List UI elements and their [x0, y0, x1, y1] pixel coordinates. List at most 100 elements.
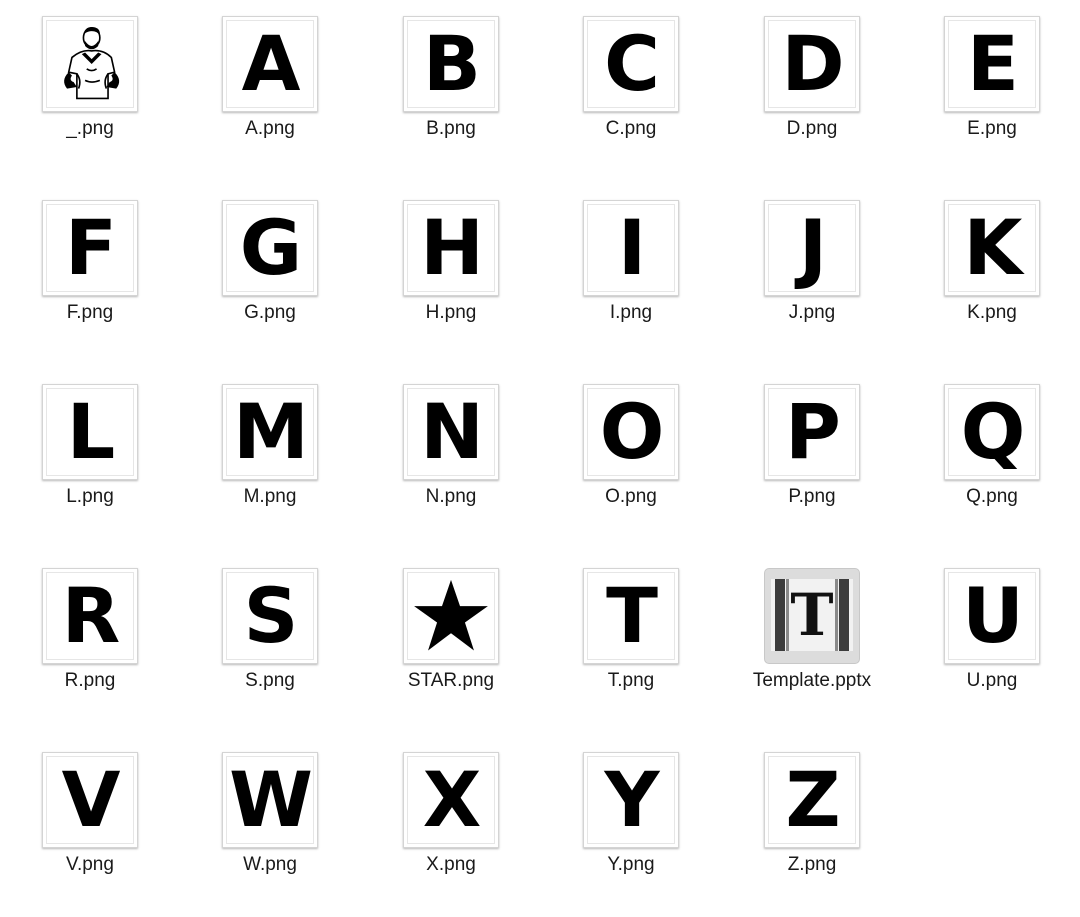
file-thumbnail[interactable]: I — [583, 200, 679, 296]
letter-glyph: D — [781, 19, 844, 108]
file-item-x-png[interactable]: X X.png — [361, 736, 541, 906]
file-item-o-png[interactable]: O O.png — [541, 368, 721, 538]
file-item-l-png[interactable]: L L.png — [0, 368, 180, 538]
file-item-i-png[interactable]: I I.png — [541, 184, 721, 354]
file-thumbnail[interactable] — [42, 16, 138, 112]
file-thumbnail[interactable]: U — [944, 568, 1040, 664]
file-name-label[interactable]: T.png — [531, 670, 731, 692]
file-thumbnail[interactable]: P — [764, 384, 860, 480]
file-thumbnail[interactable]: O — [583, 384, 679, 480]
file-thumbnail[interactable]: T — [764, 568, 860, 664]
file-item-u-png[interactable]: U U.png — [902, 552, 1080, 722]
file-thumbnail[interactable] — [403, 568, 499, 664]
file-name-label[interactable]: D.png — [712, 118, 912, 140]
file-item-star-png[interactable]: STAR.png — [361, 552, 541, 722]
file-name-label[interactable]: O.png — [531, 486, 731, 508]
file-name-label[interactable]: X.png — [351, 854, 551, 876]
file-item-template-pptx[interactable]: T Template.pptx — [722, 552, 902, 722]
file-name-label[interactable]: B.png — [351, 118, 551, 140]
file-thumbnail[interactable]: L — [42, 384, 138, 480]
letter-glyph: S — [243, 571, 299, 660]
file-thumbnail[interactable]: F — [42, 200, 138, 296]
file-thumbnail[interactable]: J — [764, 200, 860, 296]
file-thumbnail[interactable]: N — [403, 384, 499, 480]
file-thumbnail[interactable]: A — [222, 16, 318, 112]
file-name-label[interactable]: W.png — [170, 854, 370, 876]
file-thumbnail[interactable]: Q — [944, 384, 1040, 480]
file-item-j-png[interactable]: J J.png — [722, 184, 902, 354]
letter-glyph: V — [61, 755, 121, 844]
letter-glyph: B — [423, 19, 481, 108]
file-thumbnail[interactable]: Y — [583, 752, 679, 848]
file-name-label[interactable]: I.png — [531, 302, 731, 324]
file-name-label[interactable]: Template.pptx — [712, 670, 912, 692]
file-item-s-png[interactable]: S S.png — [180, 552, 360, 722]
file-name-label[interactable]: J.png — [712, 302, 912, 324]
file-name-label[interactable]: Q.png — [892, 486, 1080, 508]
file-name-label[interactable]: N.png — [351, 486, 551, 508]
file-icon-grid: _.png A A.png B B.png C C.png D D.png E E.png F F.pn… — [0, 0, 1080, 917]
file-thumbnail[interactable]: R — [42, 568, 138, 664]
file-item-y-png[interactable]: Y Y.png — [541, 736, 721, 906]
file-item-t-png[interactable]: T T.png — [541, 552, 721, 722]
file-item-p-png[interactable]: P P.png — [722, 368, 902, 538]
file-item-h-png[interactable]: H H.png — [361, 184, 541, 354]
file-thumbnail[interactable]: E — [944, 16, 1040, 112]
file-name-label[interactable]: F.png — [0, 302, 190, 324]
file-name-label[interactable]: U.png — [892, 670, 1080, 692]
file-thumbnail[interactable]: H — [403, 200, 499, 296]
file-thumbnail[interactable]: C — [583, 16, 679, 112]
file-name-label[interactable]: Z.png — [712, 854, 912, 876]
file-name-label[interactable]: M.png — [170, 486, 370, 508]
file-name-label[interactable]: C.png — [531, 118, 731, 140]
file-thumbnail[interactable]: W — [222, 752, 318, 848]
file-name-label[interactable]: _.png — [0, 118, 190, 140]
file-thumbnail[interactable]: X — [403, 752, 499, 848]
file-thumbnail[interactable]: T — [583, 568, 679, 664]
file-item-z-png[interactable]: Z Z.png — [722, 736, 902, 906]
file-item-c-png[interactable]: C C.png — [541, 0, 721, 170]
file-name-label[interactable]: P.png — [712, 486, 912, 508]
file-item-g-png[interactable]: G G.png — [180, 184, 360, 354]
powerpoint-document-icon: T — [771, 579, 853, 651]
file-name-label[interactable]: R.png — [0, 670, 190, 692]
file-item-e-png[interactable]: E E.png — [902, 0, 1080, 170]
letter-glyph: O — [599, 387, 665, 476]
file-thumbnail[interactable]: V — [42, 752, 138, 848]
file-thumbnail[interactable]: S — [222, 568, 318, 664]
file-thumbnail[interactable]: D — [764, 16, 860, 112]
file-item-w-png[interactable]: W W.png — [180, 736, 360, 906]
file-item-png[interactable]: _.png — [0, 0, 180, 170]
file-name-label[interactable]: K.png — [892, 302, 1080, 324]
file-name-label[interactable]: STAR.png — [351, 670, 551, 692]
file-thumbnail[interactable]: Z — [764, 752, 860, 848]
file-name-label[interactable]: V.png — [0, 854, 190, 876]
letter-glyph: Z — [785, 755, 840, 844]
file-item-d-png[interactable]: D D.png — [722, 0, 902, 170]
file-item-v-png[interactable]: V V.png — [0, 736, 180, 906]
file-name-label[interactable]: S.png — [170, 670, 370, 692]
file-name-label[interactable]: E.png — [892, 118, 1080, 140]
file-name-label[interactable]: G.png — [170, 302, 370, 324]
file-thumbnail[interactable]: M — [222, 384, 318, 480]
file-item-a-png[interactable]: A A.png — [180, 0, 360, 170]
file-thumbnail[interactable]: G — [222, 200, 318, 296]
file-item-r-png[interactable]: R R.png — [0, 552, 180, 722]
letter-glyph: Q — [960, 387, 1026, 476]
letter-glyph: E — [967, 19, 1019, 108]
file-thumbnail[interactable]: B — [403, 16, 499, 112]
file-item-f-png[interactable]: F F.png — [0, 184, 180, 354]
file-item-b-png[interactable]: B B.png — [361, 0, 541, 170]
file-item-k-png[interactable]: K K.png — [902, 184, 1080, 354]
letter-glyph: I — [617, 203, 646, 292]
file-name-label[interactable]: L.png — [0, 486, 190, 508]
letter-glyph: R — [61, 571, 121, 660]
file-name-label[interactable]: A.png — [170, 118, 370, 140]
file-name-label[interactable]: Y.png — [531, 854, 731, 876]
star-icon — [414, 579, 488, 651]
file-thumbnail[interactable]: K — [944, 200, 1040, 296]
file-item-m-png[interactable]: M M.png — [180, 368, 360, 538]
file-name-label[interactable]: H.png — [351, 302, 551, 324]
file-item-n-png[interactable]: N N.png — [361, 368, 541, 538]
file-item-q-png[interactable]: Q Q.png — [902, 368, 1080, 538]
